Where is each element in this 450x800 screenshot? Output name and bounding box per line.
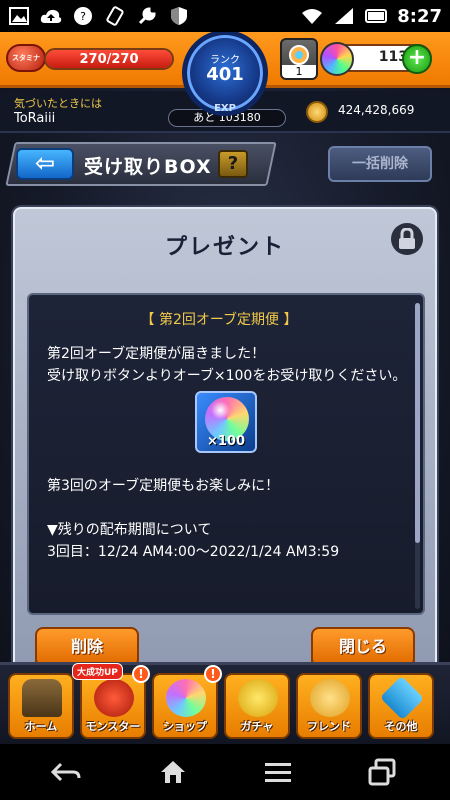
success-up-badge: 大成功UP bbox=[72, 663, 123, 680]
menu-icon[interactable] bbox=[260, 756, 296, 788]
coin-count: 424,428,669 bbox=[338, 103, 415, 117]
period-line: 3回目：12/24 AM4:00〜2022/1/24 AM3:59 bbox=[47, 544, 340, 560]
gem-box-icon[interactable]: 1 bbox=[280, 38, 318, 80]
android-nav-bar bbox=[0, 744, 450, 800]
nav-label-other: その他 bbox=[384, 720, 418, 733]
page-title: 受け取りBOX bbox=[84, 156, 212, 178]
message-line-3: 第3回のオーブ定期便もお楽しみに！ bbox=[47, 478, 280, 494]
stamina-icon: スタミナ bbox=[6, 44, 46, 72]
nav-label-friend: フレンド bbox=[307, 720, 351, 733]
orb-counter: 113 + bbox=[320, 42, 432, 76]
status-bar: ? 8:27 bbox=[0, 0, 450, 32]
scrollbar[interactable] bbox=[415, 303, 420, 609]
nav-other[interactable]: その他 bbox=[368, 673, 434, 739]
shield-icon bbox=[168, 6, 190, 26]
gacha-icon bbox=[238, 679, 278, 717]
nav-gacha[interactable]: ガチャ bbox=[224, 673, 290, 739]
rank-value: 401 bbox=[206, 64, 244, 85]
period-heading: ▼残りの配布期間について bbox=[47, 522, 212, 538]
nav-label-gacha: ガチャ bbox=[240, 720, 274, 733]
monster-icon bbox=[94, 679, 134, 717]
home-icon bbox=[22, 679, 62, 717]
lock-icon[interactable] bbox=[391, 223, 423, 255]
screen-rotate-icon bbox=[104, 6, 126, 26]
stamina-bar: 270/270 bbox=[44, 48, 174, 70]
player-name: ToRaiii bbox=[14, 111, 56, 126]
back-button[interactable]: ⇦ bbox=[16, 148, 74, 180]
nav-label-home: ホーム bbox=[24, 720, 58, 733]
nav-shop[interactable]: ショップ bbox=[152, 673, 218, 739]
app-icon: ? bbox=[72, 6, 94, 26]
monster-alert-icon: ! bbox=[132, 665, 150, 683]
help-button[interactable]: ? bbox=[218, 150, 248, 178]
message-line-1: 第2回オーブ定期便が届きました！ bbox=[47, 346, 266, 362]
wifi-icon bbox=[301, 6, 323, 26]
dialog-title: プレゼント bbox=[164, 235, 285, 260]
gallery-icon bbox=[8, 6, 30, 26]
scrollbar-thumb[interactable] bbox=[415, 303, 420, 543]
message-heading: 【 第2回オーブ定期便 】 bbox=[140, 312, 298, 328]
bottom-nav: ホーム モンスター 大成功UP ! ショップ ! ガチャ フレンド その他 bbox=[0, 662, 450, 744]
battery-icon bbox=[365, 6, 388, 26]
message-body[interactable]: 【 第2回オーブ定期便 】 第2回オーブ定期便が届きました！ 受け取りボタンより… bbox=[27, 293, 425, 615]
home-nav-icon[interactable] bbox=[155, 756, 191, 788]
present-dialog: プレゼント 【 第2回オーブ定期便 】 第2回オーブ定期便が届きました！ 受け取… bbox=[13, 207, 437, 685]
other-icon bbox=[379, 675, 425, 721]
nav-label-shop: ショップ bbox=[163, 720, 207, 733]
stamina-icon-label: スタミナ bbox=[12, 54, 40, 62]
shop-alert-icon: ! bbox=[204, 665, 222, 683]
shop-orb-icon bbox=[166, 679, 206, 717]
nav-friend[interactable]: フレンド bbox=[296, 673, 362, 739]
signal-icon bbox=[333, 6, 355, 26]
cloud-upload-icon bbox=[40, 6, 62, 26]
wrench-icon bbox=[136, 6, 158, 26]
hint-label: 気づいたときには bbox=[14, 97, 102, 110]
rank-badge[interactable]: ランク 401 EXP bbox=[182, 32, 268, 116]
game-screen: スタミナ 270/270 1 113 + ランク 401 EXP 気づいたときに… bbox=[0, 32, 450, 744]
recent-apps-icon[interactable] bbox=[364, 756, 400, 788]
gem-box-count: 1 bbox=[282, 65, 316, 78]
nav-label-monster: モンスター bbox=[85, 720, 141, 733]
coin-icon bbox=[306, 101, 328, 123]
bulk-delete-button[interactable]: 一括削除 bbox=[328, 146, 432, 182]
close-button[interactable]: 閉じる bbox=[311, 627, 415, 667]
svg-text:?: ? bbox=[80, 10, 86, 23]
friend-icon bbox=[310, 679, 350, 717]
stamina-text: 270/270 bbox=[79, 51, 139, 67]
nav-home[interactable]: ホーム bbox=[8, 673, 74, 739]
clock: 8:27 bbox=[397, 5, 442, 27]
nav-monster[interactable]: モンスター bbox=[80, 673, 146, 739]
exp-label: EXP bbox=[214, 103, 236, 114]
reward-item: ×100 bbox=[195, 391, 257, 453]
back-icon[interactable] bbox=[48, 756, 84, 788]
add-orbs-button[interactable]: + bbox=[402, 44, 432, 74]
message-line-2: 受け取りボタンよりオーブ×100をお受け取りください。 bbox=[47, 368, 407, 384]
orb-icon bbox=[320, 42, 354, 76]
delete-button[interactable]: 削除 bbox=[35, 627, 139, 667]
reward-quantity: ×100 bbox=[206, 434, 246, 449]
